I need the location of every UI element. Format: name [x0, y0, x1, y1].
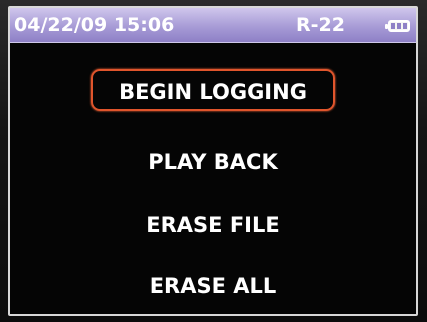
battery-icon [385, 20, 410, 32]
menu-item-erase-all[interactable]: ERASE ALL [132, 263, 295, 305]
battery-level-bar [397, 23, 401, 29]
main-menu: BEGIN LOGGING PLAY BACK ERASE FILE ERASE… [10, 42, 416, 314]
datetime-display: 04/22/09 15:06 [14, 14, 175, 36]
status-bar: 04/22/09 15:06 R-22 [10, 8, 416, 43]
refrigerant-type: R-22 [296, 14, 345, 36]
battery-level-bar [403, 23, 407, 29]
lcd-screen: 04/22/09 15:06 R-22 BEGIN LOGGING PLAY B… [8, 6, 418, 316]
device-bezel: 04/22/09 15:06 R-22 BEGIN LOGGING PLAY B… [0, 0, 427, 322]
menu-item-begin-logging[interactable]: BEGIN LOGGING [91, 69, 335, 111]
menu-item-erase-file[interactable]: ERASE FILE [128, 202, 297, 244]
menu-item-play-back[interactable]: PLAY BACK [130, 139, 295, 181]
battery-level-bar [391, 23, 395, 29]
